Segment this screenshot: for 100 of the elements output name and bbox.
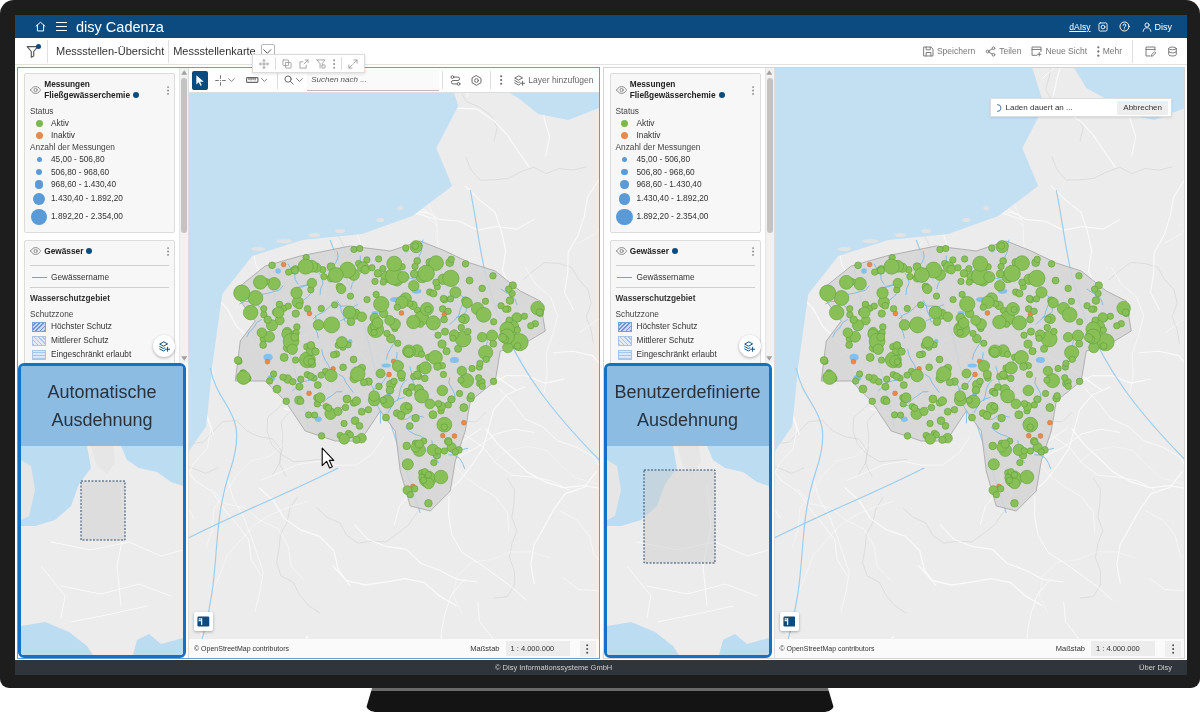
add-layer-button[interactable]: Layer hinzufügen (512, 74, 596, 86)
hatch-pattern-icon (32, 321, 46, 332)
menu-icon[interactable] (56, 22, 68, 31)
legend-label: 1.430,40 - 1.892,20 (636, 193, 709, 205)
move-icon[interactable] (259, 58, 269, 69)
overview-caption: Automatische Ausdehnung (21, 366, 183, 446)
size-circle-icon (622, 157, 627, 162)
scrollbar-thumb[interactable] (766, 78, 773, 233)
pointer-icon (196, 74, 205, 86)
cancel-button[interactable]: Abbrechen (1117, 100, 1168, 115)
scrollbar[interactable] (764, 68, 774, 363)
extent-rectangle[interactable] (80, 480, 126, 541)
user-menu-button[interactable]: Disy (1141, 21, 1172, 32)
extent-rectangle[interactable] (643, 469, 715, 564)
loading-spinner-icon (997, 103, 1002, 112)
more-button[interactable]: Mehr (1097, 45, 1122, 57)
new-view-button[interactable]: Neue Sicht (1031, 45, 1087, 57)
more-icon[interactable] (166, 85, 169, 95)
legend-label: 968,60 - 1.430,40 (51, 179, 117, 191)
hatch-pattern-icon (617, 321, 632, 332)
scrollbar[interactable] (179, 68, 188, 363)
filter-icon[interactable] (26, 44, 39, 58)
select-tool-button[interactable] (192, 70, 209, 90)
hatch-pattern-icon (617, 335, 632, 346)
scroll-up-icon[interactable] (180, 70, 188, 75)
more-icon[interactable] (333, 58, 336, 69)
new-view-icon (1031, 45, 1043, 57)
line-symbol-icon (617, 276, 632, 278)
section-title: Status (30, 106, 55, 117)
more-icon[interactable] (752, 85, 755, 95)
size-circle-icon (36, 157, 42, 162)
legend-label: Inaktiv (636, 130, 661, 142)
legend-label: Aktiv (636, 117, 655, 129)
sidebar-toggle-button[interactable] (194, 612, 213, 631)
more-icon[interactable] (752, 246, 755, 256)
scroll-down-icon[interactable] (766, 356, 773, 361)
eye-icon[interactable] (30, 86, 42, 94)
legend-label: 1.892,20 - 2.354,00 (636, 211, 709, 223)
database-icon[interactable] (1167, 45, 1178, 57)
legend-label: Eingeschränkt erlaubt (636, 349, 717, 361)
legend-label: 45,00 - 506,80 (636, 154, 690, 165)
legend-label: 506,80 - 968,60 (636, 166, 695, 178)
layers-plus-icon (744, 340, 755, 352)
legend-label: Inaktiv (51, 130, 75, 142)
eye-icon[interactable] (615, 247, 627, 256)
breadcrumb-item[interactable]: Messstellenkarte (173, 45, 256, 57)
scroll-down-icon[interactable] (180, 356, 188, 361)
map-menu-button[interactable] (579, 640, 596, 657)
breadcrumb-item[interactable]: Messstellen-Übersicht (56, 45, 165, 57)
hexagon-target-icon[interactable] (471, 74, 483, 86)
search-field[interactable]: Suchen nach ... (307, 69, 440, 91)
crosshair-icon (215, 74, 227, 86)
help-icon[interactable] (1118, 21, 1130, 32)
caret-icon (260, 78, 268, 82)
square-dot-icon[interactable] (1097, 21, 1108, 32)
layer-title: Messungen Fließgewässerchemie (629, 79, 716, 100)
layer-title: Messungen Fließgewässerchemie (44, 79, 130, 100)
legend-label: Höchster Schutz (636, 321, 698, 333)
size-circle-icon (620, 180, 629, 189)
sublayer-title: Wasserschutzgebiet (615, 292, 697, 304)
mouse-pointer-icon (321, 447, 335, 469)
layer-title: Gewässer (629, 245, 669, 256)
eye-icon[interactable] (615, 86, 627, 94)
size-circle-icon (621, 169, 628, 176)
sidebar-icon (197, 616, 210, 627)
caret-icon[interactable] (296, 78, 304, 82)
caret-icon (228, 78, 235, 82)
more-icon (1171, 643, 1175, 654)
legend-label: 968,60 - 1.430,40 (636, 179, 702, 191)
legend-label: Mittlerer Schutz (51, 335, 109, 347)
edit-icon[interactable] (1145, 45, 1156, 57)
map-menu-button[interactable] (1165, 640, 1181, 657)
legend-label: Aktiv (51, 117, 69, 129)
legend-label: Mittlerer Schutz (636, 335, 695, 347)
share-button[interactable]: Teilen (985, 45, 1022, 57)
section-title: Anzahl der Messungen (615, 142, 702, 154)
layers-plus-icon (158, 340, 170, 352)
copy-icon[interactable] (282, 58, 292, 69)
size-circle-icon (34, 180, 44, 189)
legend-label: 506,80 - 968,60 (51, 166, 110, 178)
more-icon (1097, 45, 1100, 57)
scrollbar-thumb[interactable] (181, 78, 187, 233)
search-icon[interactable] (284, 75, 295, 85)
loading-message: Laden dauert an ... (1005, 103, 1074, 112)
export-icon[interactable] (299, 58, 309, 69)
home-icon[interactable] (35, 21, 46, 32)
assistant-link[interactable]: dAIsy (1069, 21, 1091, 32)
sublayer-title: Wasserschutzgebiet (30, 292, 111, 304)
more-icon[interactable] (500, 75, 503, 85)
save-button[interactable]: Speichern (922, 45, 976, 57)
section-title: Anzahl der Messungen (30, 142, 116, 154)
eye-icon[interactable] (30, 247, 42, 256)
legend-label: 1.892,20 - 2.354,00 (51, 211, 123, 223)
more-icon[interactable] (166, 246, 169, 256)
route-icon[interactable] (450, 74, 462, 86)
scroll-up-icon[interactable] (766, 70, 773, 75)
stripe-pattern-icon (617, 349, 632, 360)
legend-label: 1.430,40 - 1.892,20 (51, 193, 123, 205)
hatch-pattern-icon (32, 335, 46, 346)
expand-icon[interactable] (348, 58, 359, 69)
